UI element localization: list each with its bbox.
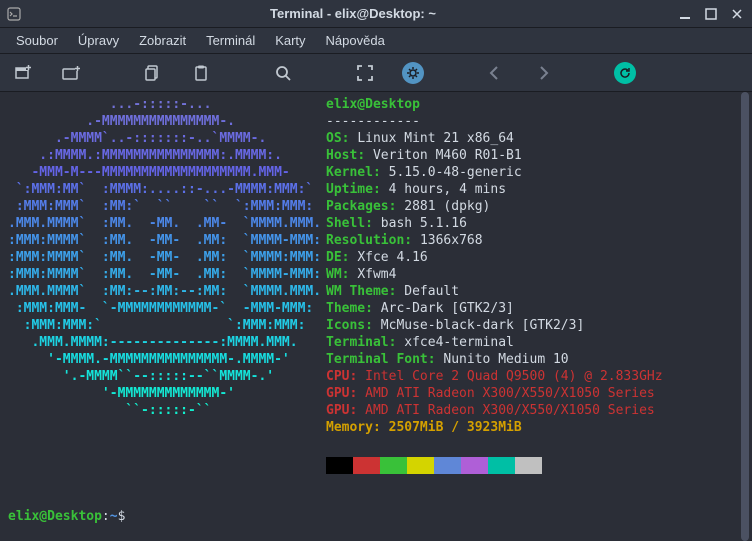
close-button[interactable] <box>730 7 744 21</box>
refresh-icon[interactable] <box>614 62 636 84</box>
back-icon[interactable] <box>484 62 506 84</box>
fullscreen-icon[interactable] <box>354 62 376 84</box>
menu-terminal[interactable]: Terminál <box>198 30 263 51</box>
settings-icon[interactable] <box>402 62 424 84</box>
toolbar <box>0 54 752 92</box>
color-palette <box>326 457 730 474</box>
forward-icon[interactable] <box>532 62 554 84</box>
maximize-button[interactable] <box>704 7 718 21</box>
window-title: Terminal - elix@Desktop: ~ <box>28 6 678 21</box>
minimize-button[interactable] <box>678 7 692 21</box>
window-titlebar: Terminal - elix@Desktop: ~ <box>0 0 752 28</box>
vertical-scrollbar[interactable] <box>738 92 752 541</box>
menu-help[interactable]: Nápověda <box>318 30 393 51</box>
terminal-viewport[interactable]: ...-:::::-...elix@Desktop .-MMMMMMMMMMMM… <box>0 92 752 541</box>
new-tab-icon[interactable] <box>60 62 82 84</box>
terminal-output: ...-:::::-...elix@Desktop .-MMMMMMMMMMMM… <box>0 92 738 541</box>
menu-file[interactable]: Soubor <box>8 30 66 51</box>
menu-view[interactable]: Zobrazit <box>131 30 194 51</box>
menu-tabs[interactable]: Karty <box>267 30 313 51</box>
copy-icon[interactable] <box>142 62 164 84</box>
search-icon[interactable] <box>272 62 294 84</box>
scrollbar-thumb[interactable] <box>741 92 749 541</box>
shell-prompt[interactable]: elix@Desktop:~$ <box>8 508 730 525</box>
menu-edit[interactable]: Úpravy <box>70 30 127 51</box>
app-icon <box>6 6 22 22</box>
menubar: Soubor Úpravy Zobrazit Terminál Karty Ná… <box>0 28 752 54</box>
new-window-icon[interactable] <box>12 62 34 84</box>
paste-icon[interactable] <box>190 62 212 84</box>
